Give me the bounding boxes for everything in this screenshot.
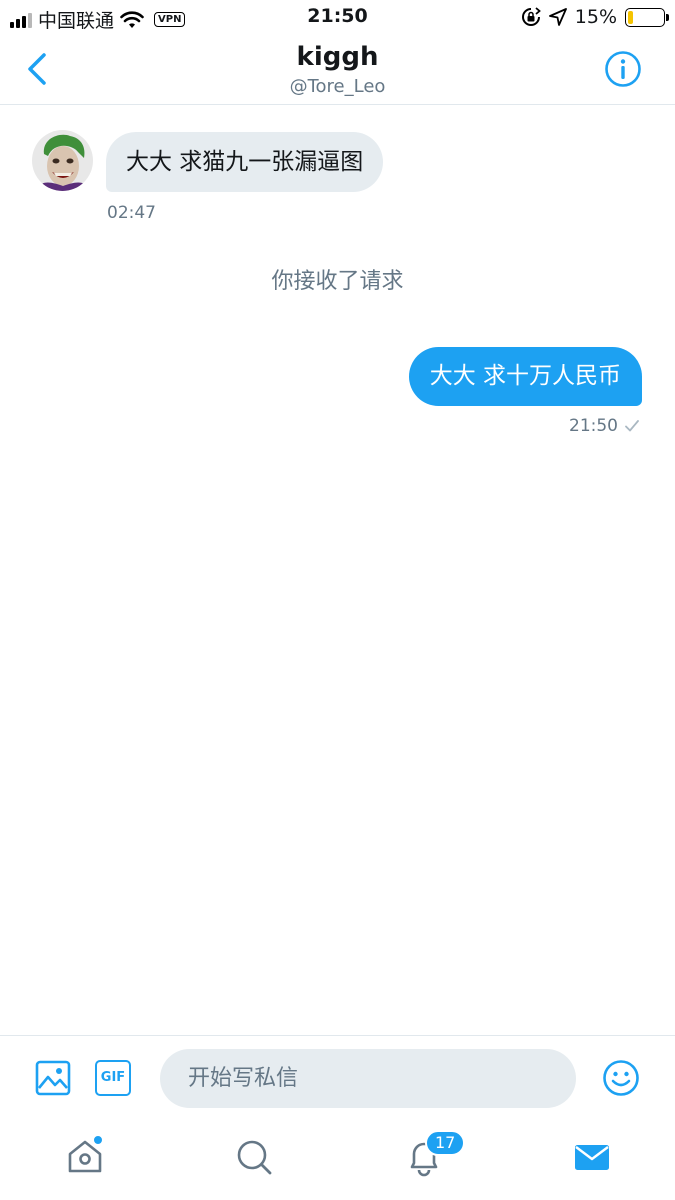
message-input[interactable] xyxy=(160,1049,576,1108)
battery-icon xyxy=(625,7,669,27)
search-icon[interactable] xyxy=(234,1137,274,1177)
image-icon[interactable] xyxy=(35,1060,71,1096)
status-bar: 中国联通 VPN 21:50 15% xyxy=(0,0,675,34)
avatar-image xyxy=(32,130,93,191)
carrier-name: 中国联通 xyxy=(38,10,115,32)
incoming-message-bubble[interactable]: 大大 求猫九一张漏逼图 xyxy=(106,132,384,192)
outgoing-message-bubble[interactable]: 大大 求十万人民币 xyxy=(408,347,642,406)
tab-bar: 17 xyxy=(0,1120,675,1200)
check-icon xyxy=(625,420,639,432)
gif-button[interactable]: GIF xyxy=(95,1060,131,1096)
info-icon[interactable] xyxy=(604,50,642,88)
status-left: 中国联通 VPN xyxy=(10,6,186,33)
home-unread-dot xyxy=(93,1135,103,1145)
signal-icon xyxy=(10,12,32,28)
emoji-icon[interactable] xyxy=(602,1059,640,1097)
request-accepted-note: 你接收了请求 xyxy=(271,269,404,294)
battery-percent: 15% xyxy=(574,6,617,28)
status-right: 15% xyxy=(521,6,669,28)
outgoing-message-time: 21:50 xyxy=(569,416,618,436)
location-icon xyxy=(548,8,567,26)
notifications-badge: 17 xyxy=(425,1130,466,1156)
mail-icon[interactable] xyxy=(572,1137,612,1177)
avatar[interactable] xyxy=(32,130,93,191)
user-handle: @Tore_Leo xyxy=(289,76,386,97)
outgoing-message-meta: 21:50 xyxy=(569,416,640,436)
rotation-lock-icon xyxy=(521,7,541,26)
conversation-header: kiggh @Tore_Leo xyxy=(0,34,675,105)
vpn-badge: VPN xyxy=(154,12,186,27)
wifi-icon xyxy=(120,10,144,28)
message-composer: GIF xyxy=(0,1035,675,1120)
incoming-message-time: 02:47 xyxy=(107,203,156,223)
conversation-title[interactable]: kiggh xyxy=(0,42,675,72)
